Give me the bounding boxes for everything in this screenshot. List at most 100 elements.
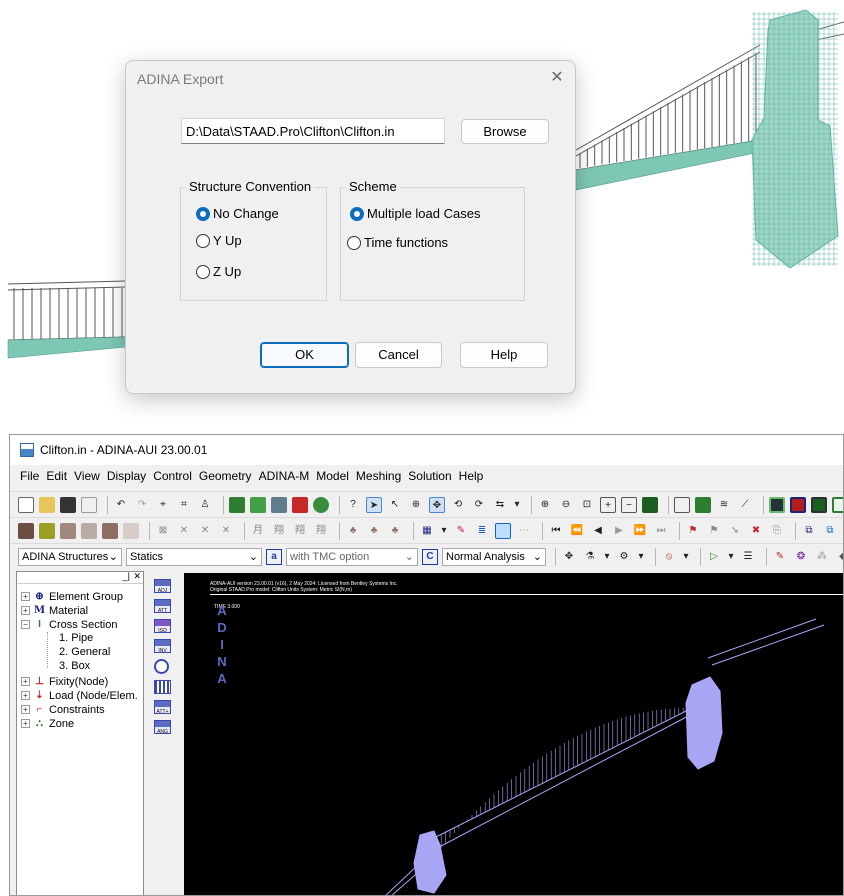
help-query-icon[interactable]: ?: [345, 497, 361, 513]
number-icon[interactable]: ⋯: [516, 523, 532, 539]
menu-display[interactable]: Display: [107, 469, 146, 483]
load-1-icon[interactable]: ♣: [345, 523, 361, 539]
define-5-icon[interactable]: [102, 522, 118, 539]
define-3-icon[interactable]: [60, 522, 76, 539]
view-3-icon[interactable]: [811, 496, 827, 513]
open-folder-icon[interactable]: [39, 496, 55, 513]
line-4-icon[interactable]: 翔: [313, 523, 329, 539]
radio-y-up[interactable]: Y Up: [196, 233, 242, 248]
collapse-icon[interactable]: −: [21, 620, 30, 629]
zoom-out-icon[interactable]: ⊖: [558, 497, 574, 513]
rotate-icon[interactable]: ⟲: [450, 497, 466, 513]
delete-icon[interactable]: ✖: [748, 523, 764, 539]
red-grid-icon[interactable]: [292, 496, 308, 513]
tree-item-fixity[interactable]: + ⊥ Fixity(Node): [21, 675, 108, 688]
load-3-icon[interactable]: ♣: [387, 523, 403, 539]
menu-adina-m[interactable]: ADINA-M: [259, 469, 310, 483]
last-frame-icon[interactable]: ⏭: [653, 523, 669, 539]
radio-no-change[interactable]: No Change: [196, 206, 279, 221]
browse-button[interactable]: Browse: [461, 119, 549, 144]
list-run-icon[interactable]: ☰: [740, 549, 756, 565]
tree-item-pipe[interactable]: 1. Pipe: [59, 632, 93, 644]
post-icon[interactable]: ✎: [772, 549, 788, 565]
table-icon[interactable]: ▦: [419, 523, 435, 539]
radio-multiple-load-cases[interactable]: Multiple load Cases: [350, 206, 480, 221]
invert-icon[interactable]: INV: [154, 639, 171, 653]
rotate-3-icon[interactable]: ⇆: [492, 497, 508, 513]
expand-icon[interactable]: +: [21, 606, 30, 615]
file-path-input[interactable]: [181, 118, 445, 144]
analysis-combo[interactable]: Statics ⌄: [126, 547, 262, 566]
expand-icon[interactable]: +: [21, 592, 30, 601]
redo-icon[interactable]: ↷: [134, 497, 150, 513]
sphere-view-icon[interactable]: [154, 659, 169, 674]
tree-item-zone[interactable]: + ⛬ Zone: [21, 717, 74, 730]
zoom-fit-icon[interactable]: +: [600, 496, 616, 513]
tree-item-material[interactable]: + M Material: [21, 604, 88, 617]
expand-icon[interactable]: +: [21, 691, 30, 700]
next-fast-icon[interactable]: ⏩: [632, 523, 648, 539]
lines-icon[interactable]: ≋: [716, 497, 732, 513]
next-icon[interactable]: ▶: [611, 523, 627, 539]
line-3-icon[interactable]: 翔: [292, 523, 308, 539]
mark-icon[interactable]: ✎: [453, 523, 469, 539]
chevron-down-icon[interactable]: ▾: [440, 523, 448, 539]
query-icon[interactable]: ⊕: [408, 497, 424, 513]
line-1-icon[interactable]: 月: [250, 523, 266, 539]
view-1-icon[interactable]: [769, 496, 785, 513]
point-3-icon[interactable]: ✕: [197, 523, 213, 539]
expand-icon[interactable]: +: [21, 677, 30, 686]
analysis-c-icon[interactable]: C: [422, 548, 438, 565]
analysis-type-combo[interactable]: Normal Analysis ⌄: [442, 547, 546, 566]
menu-edit[interactable]: Edit: [46, 469, 67, 483]
radio-z-up[interactable]: Z Up: [196, 264, 241, 279]
clear-icon[interactable]: ⌗: [176, 497, 192, 513]
tool-icon[interactable]: ⦸: [661, 549, 677, 565]
chevron-down-icon[interactable]: ▾: [513, 497, 521, 513]
ok-button[interactable]: OK: [260, 342, 349, 368]
define-2-icon[interactable]: [39, 522, 55, 539]
tree-item-load[interactable]: + ⇣ Load (Node/Elem.: [21, 689, 138, 702]
tree-item-cross-section[interactable]: − I Cross Section: [21, 618, 117, 631]
radio-time-functions[interactable]: Time functions: [347, 235, 448, 250]
define-4-icon[interactable]: [81, 522, 97, 539]
menu-geometry[interactable]: Geometry: [199, 469, 252, 483]
chevron-down-icon[interactable]: ▾: [682, 549, 690, 565]
ruler-icon[interactable]: [154, 680, 171, 694]
sphere-icon[interactable]: ❂: [793, 549, 809, 565]
pan-icon[interactable]: ✥: [429, 496, 445, 513]
gear-move-icon[interactable]: ✥: [561, 549, 577, 565]
person-icon[interactable]: ♙: [197, 497, 213, 513]
mdb-icon[interactable]: [81, 496, 97, 513]
tree-item-element-group[interactable]: + ⊕ Element Group: [21, 590, 123, 603]
cube-2-icon[interactable]: ⧉: [822, 523, 838, 539]
menu-help[interactable]: Help: [459, 469, 484, 483]
attach-icon[interactable]: ATT: [154, 599, 171, 613]
load-arrow-icon[interactable]: ⚑: [706, 523, 722, 539]
new-file-icon[interactable]: [18, 496, 34, 513]
undo-icon[interactable]: ↶: [113, 497, 129, 513]
load-2-icon[interactable]: ♣: [366, 523, 382, 539]
tree-item-general[interactable]: 2. General: [59, 646, 110, 658]
point-4-icon[interactable]: ✕: [218, 523, 234, 539]
first-frame-icon[interactable]: ⏮: [548, 523, 564, 539]
tmc-a-icon[interactable]: a: [266, 548, 282, 565]
arrow-icon[interactable]: ➘: [727, 523, 743, 539]
cancel-button[interactable]: Cancel: [355, 342, 442, 368]
tree-item-constraints[interactable]: + ⌐ Constraints: [21, 703, 105, 716]
save-icon[interactable]: [60, 496, 76, 513]
render-icon[interactable]: [642, 496, 658, 513]
line-2-icon[interactable]: 翔: [271, 523, 287, 539]
prev-icon[interactable]: ◀: [590, 523, 606, 539]
grid-box-icon[interactable]: [495, 522, 511, 539]
copy-icon[interactable]: ⎘: [769, 523, 785, 539]
angle-icon[interactable]: ANG: [154, 720, 171, 734]
zoom-in-icon[interactable]: ⊕: [537, 497, 553, 513]
expand-icon[interactable]: +: [21, 719, 30, 728]
menu-meshing[interactable]: Meshing: [356, 469, 401, 483]
view-4-icon[interactable]: [832, 496, 843, 513]
chart-icon[interactable]: ⟋: [737, 497, 753, 513]
expand-icon[interactable]: +: [21, 705, 30, 714]
menu-solution[interactable]: Solution: [408, 469, 451, 483]
pointer-icon[interactable]: ➤: [366, 496, 382, 513]
